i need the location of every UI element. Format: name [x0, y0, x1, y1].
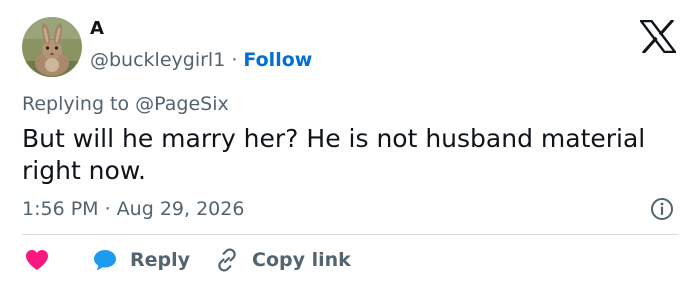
reply-context: Replying to @PageSix [22, 92, 229, 116]
tweet-card: A @buckleygirl1 · Follow Replying to @Pa… [0, 0, 700, 287]
x-logo-icon[interactable] [638, 18, 678, 55]
display-name[interactable]: A [90, 18, 104, 40]
tweet-text: But will he marry her? He is not husband… [22, 124, 646, 185]
handle-separator: · [225, 49, 244, 71]
avatar[interactable] [22, 17, 82, 77]
user-handle[interactable]: @buckleygirl1 [90, 49, 225, 71]
like-button[interactable] [24, 246, 50, 274]
handle-row: @buckleygirl1 · Follow [90, 48, 312, 72]
avatar-image [22, 17, 82, 77]
reply-label: Reply [130, 249, 191, 271]
follow-button[interactable]: Follow [243, 49, 312, 71]
link-icon [218, 248, 236, 272]
reply-context-prefix: Replying to [22, 93, 136, 115]
reply-button[interactable]: Reply [92, 246, 190, 274]
copy-link-button[interactable]: Copy link [214, 246, 351, 274]
divider [22, 234, 678, 235]
tweet-timestamp[interactable]: 1:56 PM · Aug 29, 2026 [22, 197, 244, 221]
info-icon[interactable] [650, 197, 674, 221]
copy-link-label: Copy link [252, 249, 351, 271]
heart-icon [26, 250, 48, 270]
reply-context-mention[interactable]: @PageSix [135, 93, 229, 115]
speech-bubble-icon [94, 250, 116, 271]
